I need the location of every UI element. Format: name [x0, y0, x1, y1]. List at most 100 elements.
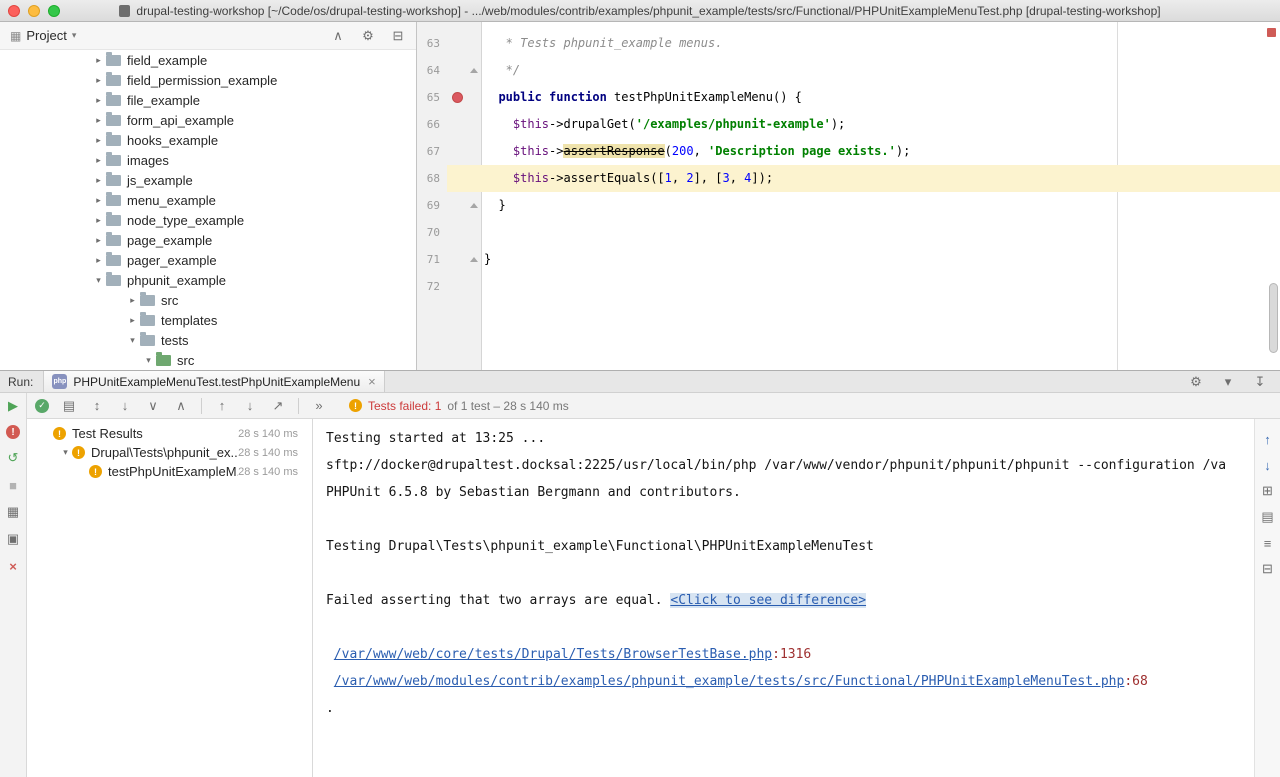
editor-line-72[interactable]: 72	[417, 273, 1280, 300]
test-tree-item[interactable]: !testPhpUnitExampleM...28 s 140 ms	[27, 462, 312, 481]
project-tree-item[interactable]: ▸images	[0, 150, 416, 170]
editor-line-66[interactable]: 66 $this->drupalGet('/examples/phpunit-e…	[417, 111, 1280, 138]
test-tree-item[interactable]: ▾!Drupal\Tests\phpunit_ex...28 s 140 ms	[27, 443, 312, 462]
close-tab-icon[interactable]: ×	[368, 374, 376, 389]
clear-console-icon[interactable]: ⊟	[1260, 561, 1276, 577]
zoom-window-button[interactable]	[48, 5, 60, 17]
editor-line-69[interactable]: 69 }	[417, 192, 1280, 219]
code-line[interactable]: }	[482, 246, 1280, 273]
dock-panel-icon[interactable]: ↧	[1252, 374, 1268, 390]
more-options-icon[interactable]: »	[311, 398, 327, 414]
console-diff-link[interactable]: <Click to see difference>	[670, 593, 866, 608]
minimize-window-button[interactable]	[28, 5, 40, 17]
editor-line-71[interactable]: 71}	[417, 246, 1280, 273]
fold-marker-icon[interactable]	[470, 203, 478, 208]
show-ignored-console-icon[interactable]: ▤	[61, 398, 77, 414]
project-tree-item[interactable]: ▸pager_example	[0, 250, 416, 270]
project-tree-item[interactable]: ▸templates	[0, 310, 416, 330]
project-tree-item[interactable]: ▸menu_example	[0, 190, 416, 210]
tree-collapsed-arrow-icon[interactable]: ▸	[126, 315, 139, 326]
restore-layout-icon[interactable]: ▣	[5, 531, 21, 547]
editor-line-65[interactable]: 65 public function testPhpUnitExampleMen…	[417, 84, 1280, 111]
editor-line-64[interactable]: 64 */	[417, 57, 1280, 84]
project-tree-item[interactable]: ▸js_example	[0, 170, 416, 190]
tree-expanded-arrow-icon[interactable]: ▾	[126, 335, 139, 346]
previous-failed-test-icon[interactable]: ↑	[214, 398, 230, 414]
project-tree-item[interactable]: ▸field_example	[0, 50, 416, 70]
project-tree-item[interactable]: ▸page_example	[0, 230, 416, 250]
jump-to-source-icon[interactable]: ↗	[270, 398, 286, 414]
tree-expanded-arrow-icon[interactable]: ▾	[142, 355, 155, 366]
project-tree-item[interactable]: ▸node_type_example	[0, 210, 416, 230]
import-test-results-icon[interactable]: ▤	[1260, 509, 1276, 525]
editor-line-70[interactable]: 70	[417, 219, 1280, 246]
code-line[interactable]	[482, 273, 1280, 300]
editor-line-67[interactable]: 67 $this->assertResponse(200, 'Descripti…	[417, 138, 1280, 165]
stop-icon[interactable]: ■	[5, 477, 21, 493]
project-tree-item[interactable]: ▸hooks_example	[0, 130, 416, 150]
editor-scrollbar[interactable]	[1269, 283, 1278, 353]
tree-collapsed-arrow-icon[interactable]: ▸	[92, 115, 105, 126]
project-tree-item[interactable]: ▸form_api_example	[0, 110, 416, 130]
test-history-icon[interactable]: ≡	[1260, 535, 1276, 551]
tree-collapsed-arrow-icon[interactable]: ▸	[126, 295, 139, 306]
code-line[interactable]: $this->assertEquals([1, 2], [3, 4]);	[482, 165, 1280, 192]
next-failed-test-icon[interactable]: ↓	[242, 398, 258, 414]
tree-collapsed-arrow-icon[interactable]: ▸	[92, 235, 105, 246]
show-console-icon[interactable]: ▦	[5, 504, 21, 520]
rerun-failed-tests-icon[interactable]: !	[6, 425, 20, 439]
collapse-all-icon[interactable]: ∧	[173, 398, 189, 414]
hide-panel-icon[interactable]: ⊟	[390, 28, 406, 44]
toggle-auto-test-icon[interactable]: ↺	[5, 450, 21, 466]
tree-collapsed-arrow-icon[interactable]: ▸	[92, 55, 105, 66]
code-line[interactable]: * Tests phpunit_example menus.	[482, 30, 1280, 57]
tree-collapsed-arrow-icon[interactable]: ▸	[92, 155, 105, 166]
tree-collapsed-arrow-icon[interactable]: ▸	[92, 215, 105, 226]
project-tree-item[interactable]: ▸src	[0, 290, 416, 310]
code-line[interactable]: public function testPhpUnitExampleMenu()…	[482, 84, 1280, 111]
project-tree-item[interactable]: ▾phpunit_example	[0, 270, 416, 290]
rerun-tests-icon[interactable]: ▶	[5, 398, 21, 414]
close-window-button[interactable]	[8, 5, 20, 17]
tree-expanded-arrow-icon[interactable]: ▾	[92, 275, 105, 286]
code-line[interactable]	[482, 219, 1280, 246]
editor-line-63[interactable]: 63 * Tests phpunit_example menus.	[417, 30, 1280, 57]
tree-collapsed-arrow-icon[interactable]: ▸	[92, 95, 105, 106]
code-line[interactable]: $this->assertResponse(200, 'Description …	[482, 138, 1280, 165]
run-configuration-tab[interactable]: php PHPUnitExampleMenuTest.testPhpUnitEx…	[43, 371, 384, 392]
console-file-link[interactable]: /var/www/web/modules/contrib/examples/ph…	[334, 674, 1125, 689]
project-tree-item[interactable]: ▾tests	[0, 330, 416, 350]
tree-collapsed-arrow-icon[interactable]: ▸	[92, 255, 105, 266]
show-passed-icon[interactable]: ✓	[35, 399, 49, 413]
code-editor[interactable]: 63 * Tests phpunit_example menus.64 */65…	[417, 22, 1280, 370]
project-panel-title[interactable]: Project	[26, 28, 66, 43]
collapse-all-icon[interactable]: ∧	[330, 28, 346, 44]
project-tree-item[interactable]: ▸file_example	[0, 90, 416, 110]
tree-collapsed-arrow-icon[interactable]: ▸	[92, 135, 105, 146]
fold-marker-icon[interactable]	[470, 68, 478, 73]
export-test-results-icon[interactable]: ⊞	[1260, 483, 1276, 499]
project-tree-item[interactable]: ▾src	[0, 350, 416, 370]
console-file-link[interactable]: /var/www/web/core/tests/Drupal/Tests/Bro…	[334, 647, 772, 662]
gear-dropdown-icon[interactable]: ▾	[1220, 374, 1236, 390]
tree-collapsed-arrow-icon[interactable]: ▸	[92, 75, 105, 86]
fold-marker-icon[interactable]	[470, 257, 478, 262]
settings-icon[interactable]: ⚙	[360, 28, 376, 44]
up-the-stack-trace-icon[interactable]: ↑	[1260, 431, 1276, 447]
code-line[interactable]: */	[482, 57, 1280, 84]
close-run-panel-icon[interactable]: ×	[5, 558, 21, 574]
project-tree-item[interactable]: ▸field_permission_example	[0, 70, 416, 90]
sort-alphabetically-icon[interactable]: ↕	[89, 398, 105, 414]
failed-test-gutter-icon[interactable]	[452, 92, 463, 103]
editor-line-68[interactable]: 68 $this->assertEquals([1, 2], [3, 4]);	[417, 165, 1280, 192]
error-stripe-mark[interactable]	[1267, 28, 1276, 37]
tree-collapsed-arrow-icon[interactable]: ▸	[92, 195, 105, 206]
tree-expanded-arrow-icon[interactable]: ▾	[59, 447, 72, 458]
run-settings-gear-icon[interactable]: ⚙	[1188, 374, 1204, 390]
down-the-stack-trace-icon[interactable]: ↓	[1260, 457, 1276, 473]
expand-all-icon[interactable]: ∨	[145, 398, 161, 414]
code-line[interactable]: }	[482, 192, 1280, 219]
test-tree-item[interactable]: !Test Results28 s 140 ms	[27, 424, 312, 443]
sort-by-duration-icon[interactable]: ↓	[117, 398, 133, 414]
tree-collapsed-arrow-icon[interactable]: ▸	[92, 175, 105, 186]
